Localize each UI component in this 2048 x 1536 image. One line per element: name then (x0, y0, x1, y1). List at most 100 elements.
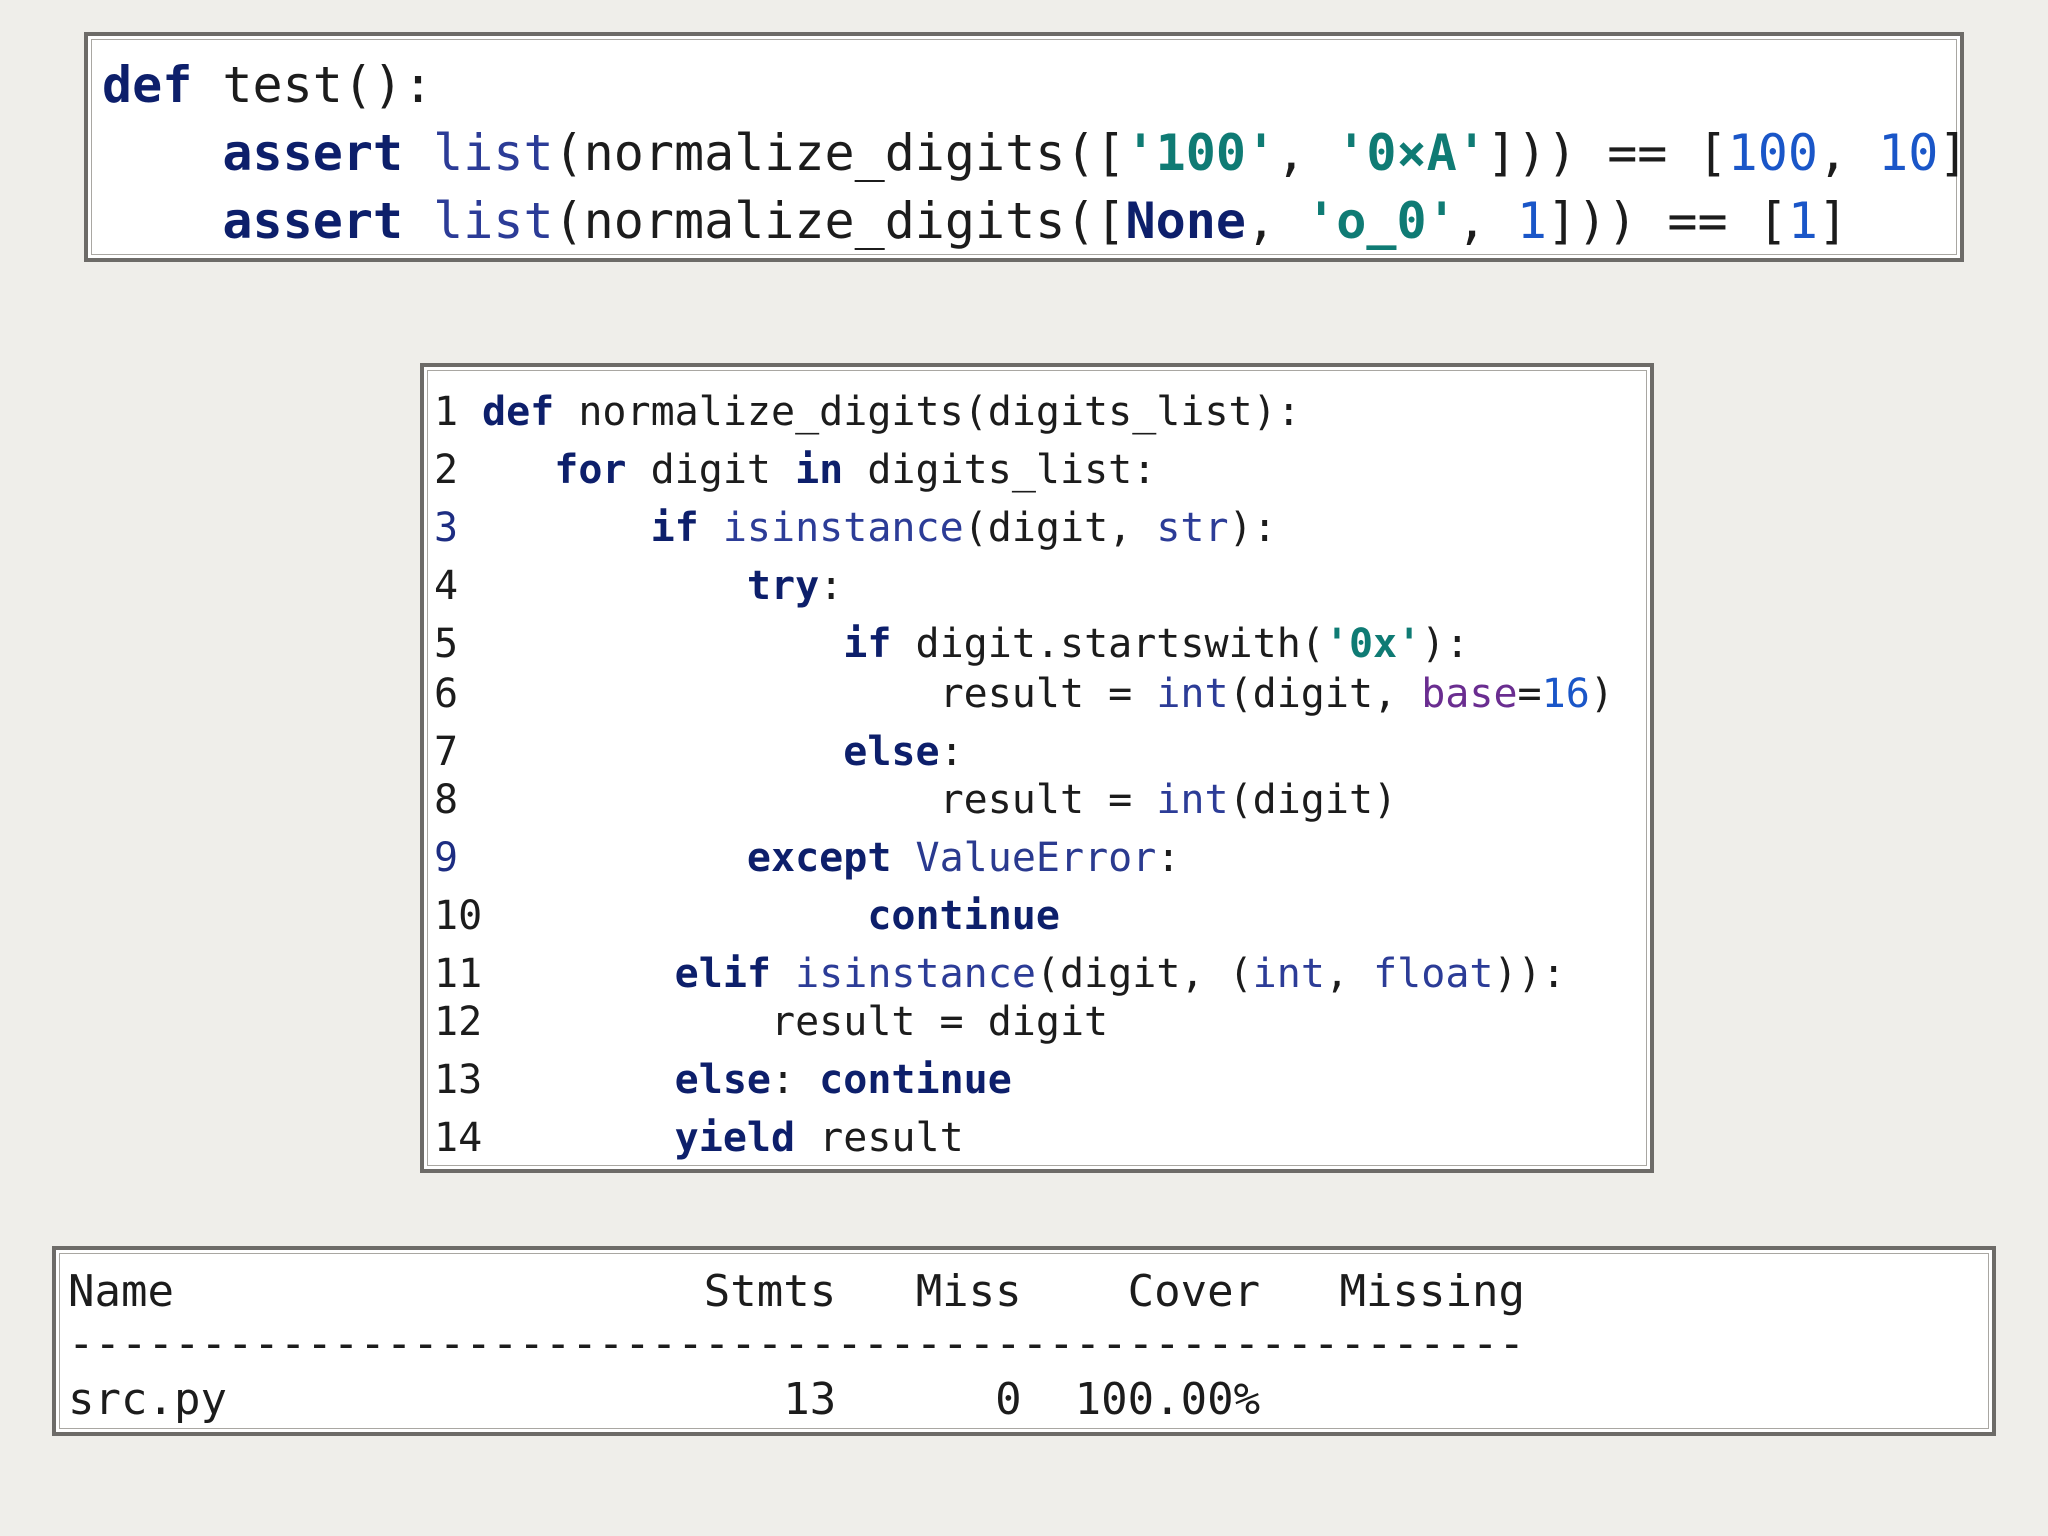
keyword: in (795, 447, 844, 493)
code-text: digit (626, 447, 796, 493)
code-text: ) (1589, 671, 1614, 717)
code-text: , (1817, 124, 1879, 182)
code-line-4: 4 try: (434, 563, 843, 609)
code-line-2: 2 for digit in digits_list: (434, 447, 1156, 493)
line-number: 12 (434, 999, 483, 1045)
string-literal: '100' (1125, 124, 1277, 182)
code-text: = (1517, 671, 1542, 717)
builtin: int (1156, 671, 1229, 717)
code-text: (digit, (963, 505, 1157, 551)
code-line-11: 11 elif isinstance(digit, (int, float)): (434, 951, 1566, 997)
code-text: test(): (192, 56, 434, 114)
builtin: list (433, 192, 554, 250)
code-text: ): (1421, 621, 1470, 667)
coverage-row: src.py 13 0 100.00% (68, 1374, 1261, 1425)
code-text: , (1276, 124, 1337, 182)
test-code-panel: def test(): assert list(normalize_digits… (84, 32, 1968, 262)
line-number: 13 (434, 1057, 483, 1103)
code-text: (normalize_digits([ (553, 192, 1126, 250)
code-text: ])) == [ (1547, 192, 1788, 250)
code-text: digit.startswith( (891, 621, 1325, 667)
line-number: 3 (434, 505, 459, 551)
code-line-9: 9 except ValueError: (434, 835, 1180, 881)
keyword: def (102, 56, 193, 114)
builtin: float (1373, 951, 1494, 997)
code-text: : (1156, 835, 1181, 881)
keyword: if (650, 505, 699, 551)
code-text: digits_list: (843, 447, 1157, 493)
line-number: 6 (434, 671, 459, 717)
source-code-panel: 1 def normalize_digits(digits_list): 2 fo… (420, 363, 1654, 1173)
builtin: int (1156, 777, 1229, 823)
code-line-10: 10 continue (434, 893, 1060, 939)
code-line-1: 1 def normalize_digits(digits_list): (434, 389, 1301, 435)
keyword-argument: base (1421, 671, 1518, 717)
keyword: if (843, 621, 892, 667)
keyword: assert (222, 192, 404, 250)
code-text: result (795, 1115, 964, 1161)
code-text: ): (1228, 505, 1277, 551)
code-line-3: 3 if isinstance(digit, str): (434, 505, 1277, 551)
code-text: : (939, 729, 964, 775)
keyword: continue (819, 1057, 1012, 1103)
code-text: (digit, (1228, 671, 1422, 717)
code-line-13: 13 else: continue (434, 1057, 1012, 1103)
code-text: ])) == [ (1486, 124, 1728, 182)
code-line-7: 7 else: (434, 729, 964, 775)
code-text: : (819, 563, 844, 609)
coverage-header: Name Stmts Miss Cover Missing (68, 1266, 1525, 1317)
code-text: (digit, ( (1035, 951, 1253, 997)
line-number: 5 (434, 621, 459, 667)
builtin: str (1156, 505, 1229, 551)
line-number: 4 (434, 563, 459, 609)
string-literal: 'o_0' (1306, 192, 1457, 250)
code-text: (digit) (1228, 777, 1398, 823)
code-text: , (1245, 192, 1307, 250)
line-number: 7 (434, 729, 459, 775)
string-literal: '0×A' (1336, 124, 1487, 182)
builtin: isinstance (795, 951, 1036, 997)
keyword: for (554, 447, 627, 493)
code-line-12: 12 result = digit (434, 999, 1108, 1045)
code-text: , (1324, 951, 1374, 997)
code-text: normalize_digits(digits_list): (554, 389, 1301, 435)
code-text: : (770, 1057, 820, 1103)
code-text: ] (1817, 192, 1849, 250)
string-literal: '0x' (1324, 621, 1422, 667)
coverage-report-panel: Name Stmts Miss Cover Missing ----------… (52, 1246, 1996, 1436)
code-line-14: 14 yield result (434, 1115, 964, 1161)
number-literal: 1 (1787, 192, 1818, 250)
keyword: assert (222, 124, 404, 182)
keyword: else (843, 729, 940, 775)
exception-name: ValueError (915, 835, 1157, 881)
builtin: isinstance (722, 505, 964, 551)
code-line-8: 8 result = int(digit) (434, 777, 1397, 823)
keyword: else (674, 1057, 771, 1103)
number-literal: 100 (1727, 124, 1818, 182)
keyword: elif (674, 951, 771, 997)
number-literal: 10 (1878, 124, 1939, 182)
test-line-3: assert list(normalize_digits([None, 'o_0… (102, 192, 1848, 250)
keyword: continue (867, 893, 1060, 939)
line-number: 9 (434, 835, 459, 881)
test-line-2: assert list(normalize_digits(['100', '0×… (102, 124, 1968, 182)
code-text: )): (1493, 951, 1566, 997)
keyword: try (746, 563, 820, 609)
